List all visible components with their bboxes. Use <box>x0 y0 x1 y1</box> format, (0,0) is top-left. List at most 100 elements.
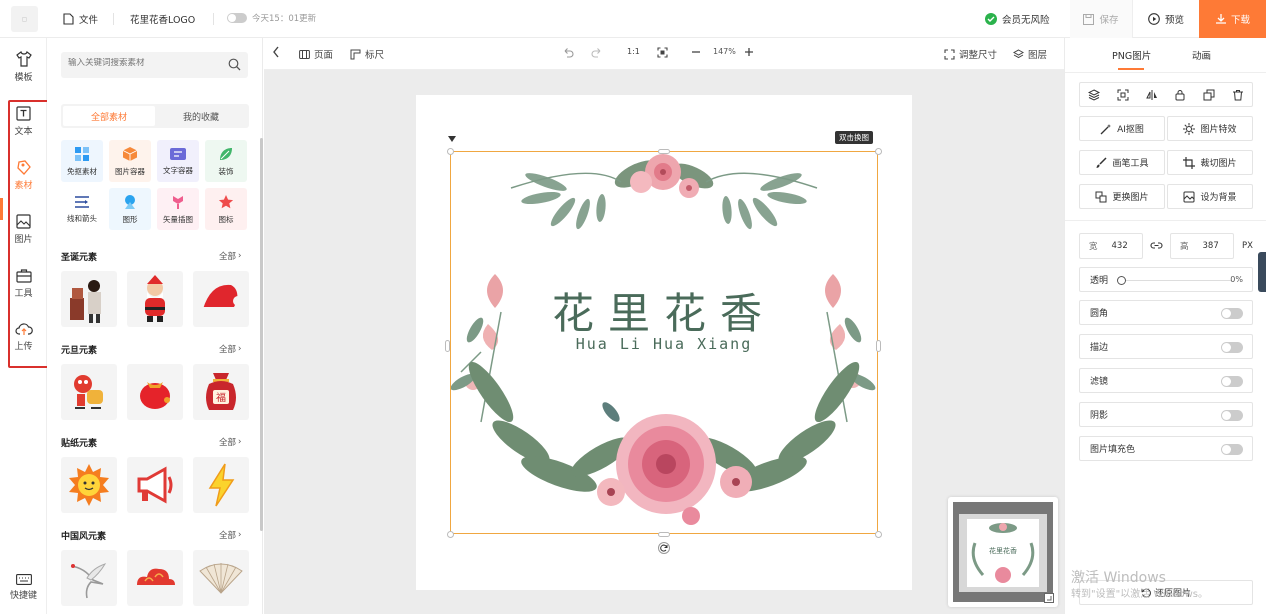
undo-button[interactable] <box>562 47 574 58</box>
section-more-link[interactable]: 全部 › <box>219 250 241 262</box>
asset-thumb-santa-hat[interactable] <box>193 271 249 327</box>
asset-thumb-red-bag[interactable] <box>127 364 183 420</box>
duplicate-icon[interactable] <box>1203 89 1215 101</box>
asset-thumb-santa[interactable] <box>127 271 183 327</box>
layer-order-icon[interactable] <box>1088 88 1101 101</box>
category-image-container[interactable]: 图片容器 <box>109 140 151 182</box>
crop-image-button[interactable]: 裁切图片 <box>1167 150 1253 175</box>
tab-all-materials[interactable]: 全部素材 <box>63 106 155 126</box>
autosave-toggle[interactable] <box>227 13 247 23</box>
tab-my-favorites[interactable]: 我的收藏 <box>155 106 247 126</box>
asset-thumb-sun-sticker[interactable] <box>61 457 117 513</box>
resize-handle[interactable] <box>445 340 450 352</box>
preview-button[interactable]: 预览 <box>1132 0 1199 38</box>
search-icon[interactable] <box>228 58 241 71</box>
set-background-button[interactable]: 设为背景 <box>1167 184 1253 209</box>
image-effects-button[interactable]: 图片特效 <box>1167 116 1253 141</box>
stroke-toggle[interactable] <box>1221 342 1243 353</box>
slider-knob[interactable] <box>1117 276 1126 285</box>
section-more-link[interactable]: 全部 › <box>219 343 241 355</box>
category-decoration[interactable]: 装饰 <box>205 140 247 182</box>
resize-handle[interactable] <box>875 531 882 538</box>
zoom-in-button[interactable] <box>744 47 754 57</box>
opacity-slider[interactable] <box>1117 276 1231 285</box>
minimap[interactable]: 花里花香 <box>948 497 1058 607</box>
resize-handle[interactable] <box>658 532 670 537</box>
download-button[interactable]: 下载 <box>1199 0 1266 38</box>
shadow-toggle[interactable] <box>1221 410 1243 421</box>
category-cutout[interactable]: 免抠素材 <box>61 140 103 182</box>
asset-thumb-megaphone[interactable] <box>127 457 183 513</box>
layers-button[interactable]: 图层 <box>1013 47 1047 61</box>
tab-png-image[interactable]: PNG图片 <box>1112 48 1151 62</box>
resize-handle[interactable] <box>876 340 881 352</box>
brush-tool-button[interactable]: 画笔工具 <box>1079 150 1165 175</box>
lock-icon[interactable] <box>1174 89 1186 101</box>
asset-thumb-crane[interactable] <box>61 550 117 606</box>
asset-thumb-lion-dance[interactable] <box>61 364 117 420</box>
minimap-viewport[interactable]: 花里花香 <box>959 514 1047 592</box>
trash-icon[interactable] <box>1232 89 1244 101</box>
textbox-icon <box>170 147 186 160</box>
height-field[interactable]: 高 387 <box>1170 233 1234 259</box>
rotate-handle[interactable] <box>658 542 670 554</box>
resize-handle[interactable] <box>875 148 882 155</box>
width-field[interactable]: 宽 432 <box>1079 233 1143 259</box>
link-ratio-icon[interactable] <box>1150 239 1163 252</box>
tab-animation[interactable]: 动画 <box>1192 48 1211 62</box>
zoom-out-button[interactable] <box>691 47 701 57</box>
caret-down-icon[interactable] <box>447 135 457 143</box>
width-value[interactable]: 432 <box>1112 241 1128 251</box>
category-text-container[interactable]: 文字容器 <box>157 140 199 182</box>
fit-screen-button[interactable] <box>657 47 668 58</box>
category-shapes[interactable]: 图形 <box>109 188 151 230</box>
santa-image <box>145 275 165 322</box>
minimap-collapse-icon[interactable] <box>1044 593 1054 603</box>
resize-handle[interactable] <box>447 531 454 538</box>
selection-box[interactable] <box>450 151 878 534</box>
asset-thumb-girl-gifts[interactable] <box>61 271 117 327</box>
resize-button[interactable]: 调整尺寸 <box>944 47 997 61</box>
doc-title[interactable]: 花里花香LOGO <box>130 12 195 26</box>
button-label: 裁切图片 <box>1200 159 1237 169</box>
zoom-level[interactable]: 147% <box>713 47 736 56</box>
asset-thumb-lightning[interactable] <box>193 457 249 513</box>
ai-cutout-button[interactable]: AI抠图 <box>1079 116 1165 141</box>
megaphone-image <box>137 466 173 504</box>
replace-image-button[interactable]: 更换图片 <box>1079 184 1165 209</box>
collapse-panel-button[interactable] <box>272 46 280 58</box>
app-logo[interactable]: ▢ <box>11 6 38 32</box>
asset-thumb-folding-fan[interactable] <box>193 550 249 606</box>
flip-icon[interactable] <box>1145 89 1158 101</box>
align-center-icon[interactable] <box>1117 89 1129 101</box>
corner-radius-toggle[interactable] <box>1221 308 1243 319</box>
shape-icon <box>125 194 135 209</box>
ratio-button[interactable]: 1:1 <box>627 47 640 56</box>
category-lines-arrows[interactable]: 线和箭头 <box>61 188 103 230</box>
resize-handle[interactable] <box>447 148 454 155</box>
save-button[interactable]: 保存 <box>1070 0 1132 38</box>
opacity-label: 透明 <box>1090 276 1109 286</box>
page-button[interactable]: 页面 <box>299 47 333 61</box>
undo-icon <box>564 48 574 58</box>
side-feedback-tab[interactable] <box>1258 252 1266 292</box>
category-vector-illustrations[interactable]: 矢量插图 <box>157 188 199 230</box>
filter-toggle[interactable] <box>1221 376 1243 387</box>
redo-button[interactable] <box>591 47 603 58</box>
category-icons[interactable]: 图标 <box>205 188 247 230</box>
height-value[interactable]: 387 <box>1203 241 1219 251</box>
ruler-button[interactable]: 标尺 <box>350 47 384 61</box>
fill-color-toggle[interactable] <box>1221 444 1243 455</box>
panel-scrollbar[interactable] <box>260 138 263 531</box>
file-menu[interactable]: 文件 <box>63 12 98 26</box>
sun-sticker-image <box>69 464 109 506</box>
search-input[interactable] <box>68 58 218 68</box>
asset-thumb-fortune-bag[interactable]: 福 <box>193 364 249 420</box>
resize-handle[interactable] <box>658 149 670 154</box>
section-more-link[interactable]: 全部 › <box>219 436 241 448</box>
nav-shortcuts[interactable]: 快捷键 <box>0 564 47 610</box>
section-more-link[interactable]: 全部 › <box>219 529 241 541</box>
member-guarantee[interactable]: 会员无风险 <box>985 12 1050 26</box>
nav-templates[interactable]: 模板 <box>0 44 47 90</box>
asset-thumb-auspicious-cloud[interactable] <box>127 550 183 606</box>
